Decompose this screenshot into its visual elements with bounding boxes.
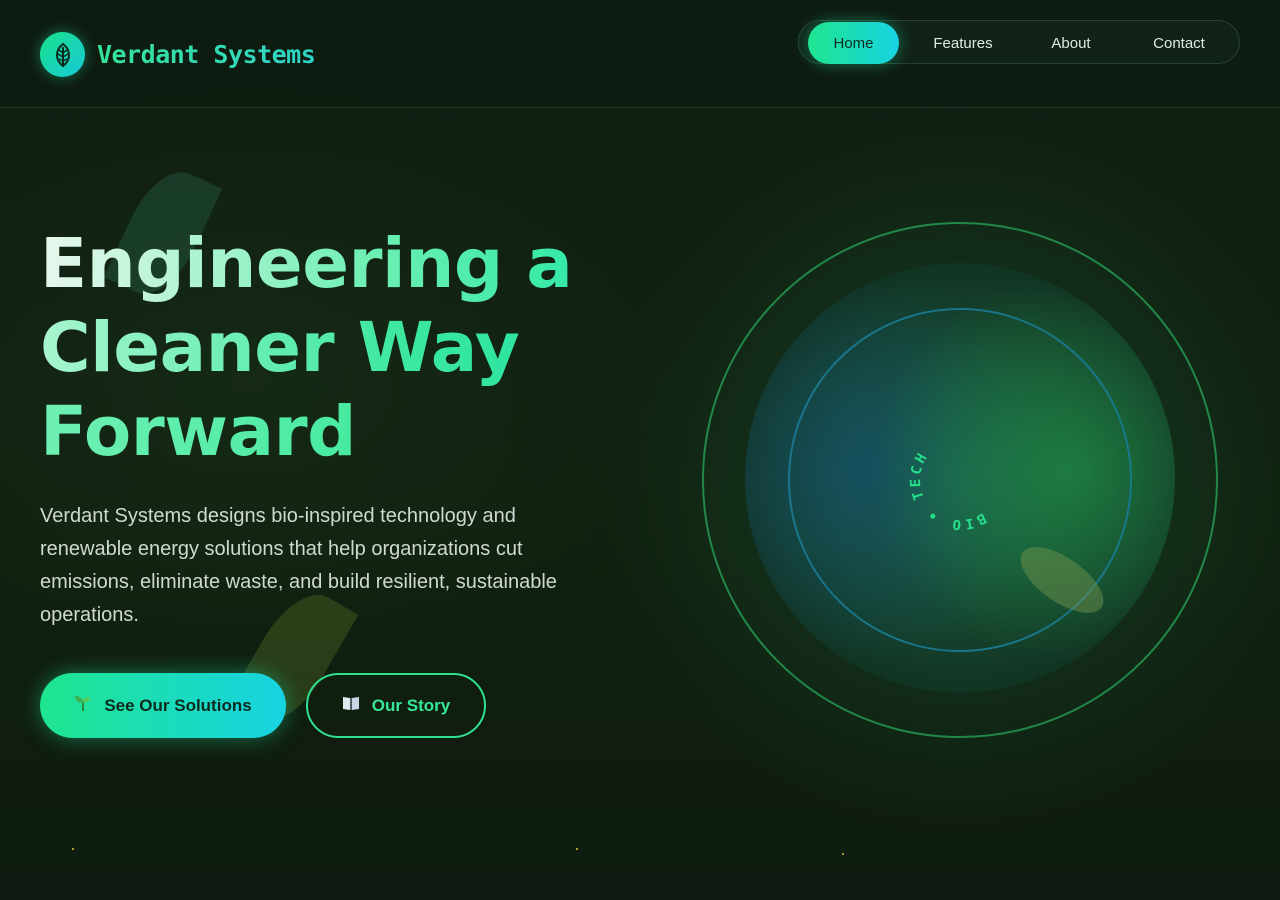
headline-line-3: Forward xyxy=(40,390,640,474)
hero-visual: BIO • TECH xyxy=(700,220,1220,740)
our-story-label: Our Story xyxy=(371,695,451,715)
brand[interactable]: Verdant Systems xyxy=(40,32,316,77)
nav-item-home[interactable]: Home xyxy=(808,22,899,64)
sparkle-dot xyxy=(72,848,74,850)
headline-line-1: Engineering a xyxy=(40,222,640,306)
nav-item-contact[interactable]: Contact xyxy=(1133,22,1225,64)
see-solutions-label: See Our Solutions xyxy=(104,695,252,715)
sparkle-dot xyxy=(842,853,844,855)
sprout-icon xyxy=(74,694,92,717)
nav-item-features[interactable]: Features xyxy=(917,22,1009,64)
nav-item-about[interactable]: About xyxy=(1031,22,1111,64)
headline-line-2: Cleaner Way xyxy=(40,306,640,390)
hero-description: Verdant Systems designs bio-inspired tec… xyxy=(40,505,557,626)
site-header: Verdant Systems Home Features About Cont… xyxy=(0,0,1280,108)
book-icon xyxy=(342,695,360,716)
main-nav: Home Features About Contact xyxy=(798,20,1240,64)
leaf-icon xyxy=(40,32,85,77)
sparkle-dot xyxy=(576,848,578,850)
our-story-button[interactable]: Our Story xyxy=(306,673,486,738)
see-solutions-button[interactable]: See Our Solutions xyxy=(40,673,286,738)
orb-green-glow xyxy=(745,263,1175,693)
hero-headline: Engineering a Cleaner Way Forward xyxy=(40,222,640,474)
brand-name: Verdant Systems xyxy=(97,40,316,69)
